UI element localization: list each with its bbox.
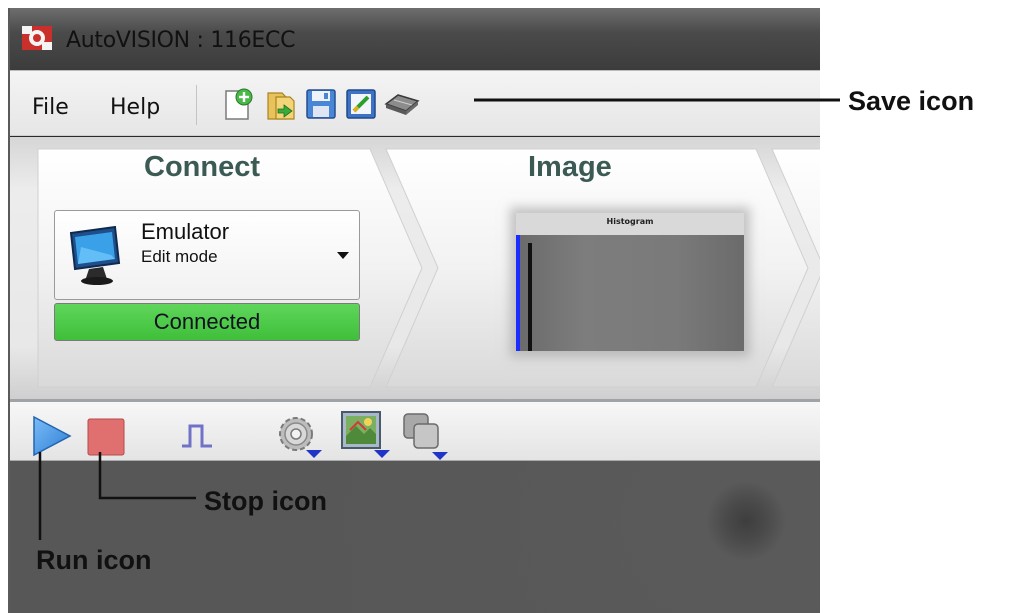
screenshot: AutoVISION : 116ECC File Help Connect Im… [0, 0, 1012, 613]
step-connect-label[interactable]: Connect [144, 151, 260, 184]
histogram-title: Histogram [606, 217, 654, 226]
run-callout: Run icon [36, 545, 152, 575]
stop-icon[interactable] [86, 417, 126, 457]
histogram-blue-bar [516, 235, 520, 351]
menu-file[interactable]: File [32, 95, 69, 120]
image-view-icon[interactable] [340, 410, 392, 460]
save-callout: Save icon [848, 86, 975, 116]
monitor-icon [69, 225, 121, 285]
histogram-header: Histogram [516, 213, 744, 235]
open-job-icon[interactable] [264, 87, 298, 121]
device-mode: Edit mode [141, 247, 218, 266]
device-name: Emulator [141, 219, 230, 244]
title-bar: AutoVISION : 116ECC [10, 8, 820, 70]
new-job-icon[interactable] [220, 87, 254, 121]
device-selector[interactable]: Emulator Edit mode [54, 210, 360, 300]
save-icon[interactable] [304, 87, 338, 121]
trigger-pulse-icon[interactable] [180, 422, 216, 450]
image-viewport[interactable] [10, 461, 820, 613]
app-window: AutoVISION : 116ECC File Help Connect Im… [8, 8, 820, 613]
menu-bar: File Help [10, 70, 820, 136]
histogram-thumbnail[interactable]: Histogram [516, 213, 744, 351]
window-title: AutoVISION : 116ECC [66, 28, 296, 53]
run-icon[interactable] [32, 415, 72, 457]
run-toolbar [10, 399, 820, 461]
menu-help[interactable]: Help [110, 95, 160, 120]
edit-icon[interactable] [344, 87, 378, 121]
device-chip-icon[interactable] [382, 87, 422, 121]
step-image-label[interactable]: Image [528, 151, 612, 184]
settings-gear-icon[interactable] [274, 412, 326, 460]
chevron-down-icon[interactable] [337, 252, 349, 259]
connection-status: Connected [54, 303, 360, 341]
histogram-peak-bar [528, 243, 532, 351]
app-logo-icon [22, 26, 52, 50]
menu-separator [196, 85, 197, 125]
stop-callout: Stop icon [204, 486, 327, 516]
workflow-panel: Connect Image Emulator Edit mode Connect… [10, 137, 820, 399]
copy-layers-icon[interactable] [402, 412, 452, 460]
